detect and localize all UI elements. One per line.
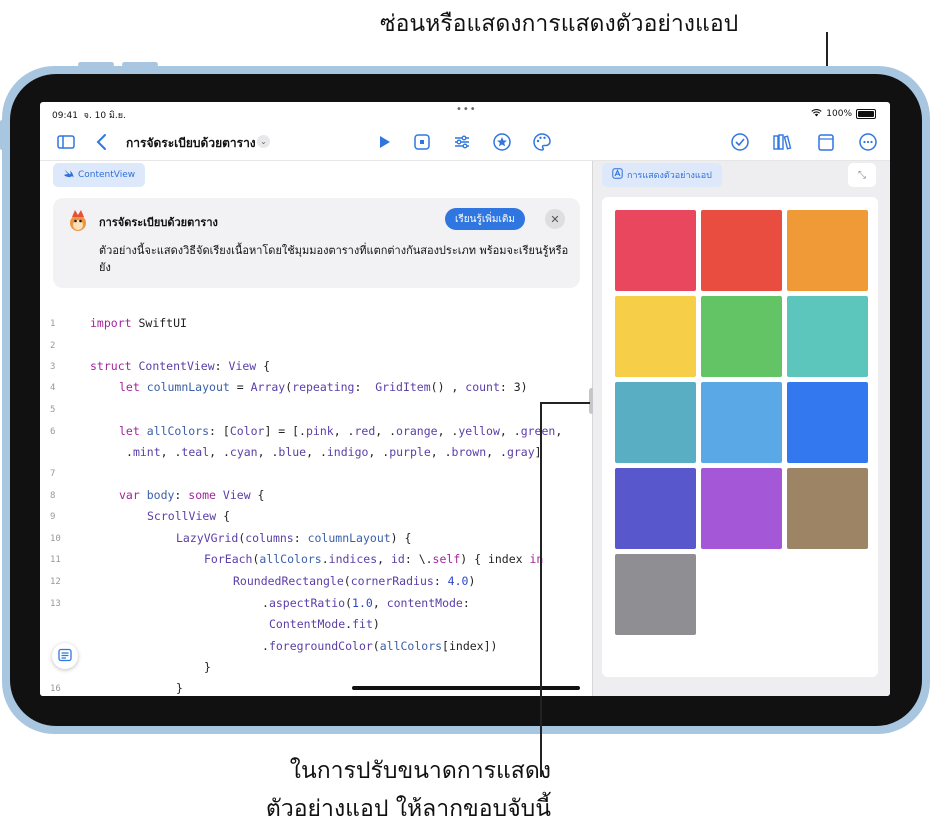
- line-number: 10: [50, 534, 61, 544]
- battery-percent: 100%: [826, 109, 852, 119]
- callout-resize-line1: ในการปรับขนาดการแสดง: [289, 758, 551, 784]
- library-icon[interactable]: [772, 132, 792, 152]
- document-title[interactable]: การจัดระเบียบด้วยตาราง: [126, 134, 256, 153]
- code-line: LazyVGrid(columns: columnLayout) {: [176, 531, 412, 545]
- multitasking-dots[interactable]: •••: [456, 104, 477, 115]
- title-menu-chevron-icon[interactable]: ⌄: [257, 135, 270, 148]
- file-tab-label: ContentView: [78, 170, 136, 180]
- color-swatch-purple: [701, 468, 782, 549]
- app-preview-tab-label: การแสดงตัวอย่างแอป: [627, 171, 712, 181]
- ipad-side-button: [0, 120, 4, 150]
- callout-resize-line2: ตัวอย่างแอป ให้ลากขอบจับนี้: [265, 796, 551, 822]
- document-outline-button[interactable]: [52, 643, 78, 669]
- code-line: ContentMode.fit): [269, 617, 380, 631]
- color-swatch-blue: [787, 382, 868, 463]
- code-line: .foregroundColor(allColors[index]): [262, 639, 498, 653]
- doc-outline-icon: [58, 647, 72, 666]
- code-line: var body: some View {: [119, 488, 265, 502]
- star-badge-icon[interactable]: [492, 132, 512, 152]
- file-tab-contentview[interactable]: ContentView: [53, 163, 146, 187]
- callout-resize-handle: ในการปรับขนาดการแสดง ตัวอย่างแอป ให้ลากข…: [266, 752, 551, 828]
- color-swatch-indigo: [615, 468, 696, 549]
- line-number: 1: [50, 319, 56, 329]
- app-screen: 09:41 จ. 10 มิ.ย. ••• 100% การจัดระเบียบ…: [40, 102, 890, 696]
- code-line: let allColors: [Color] = [.pink, .red, .…: [119, 424, 563, 438]
- home-indicator[interactable]: [352, 686, 580, 690]
- app-preview-toggle-icon[interactable]: [816, 132, 836, 152]
- status-right: 100%: [811, 108, 876, 120]
- app-preview-pane: การแสดงตัวอย่างแอป ⤡: [593, 161, 890, 696]
- status-time: 09:41 จ. 10 มิ.ย.: [52, 111, 126, 121]
- color-swatch-red: [701, 210, 782, 291]
- back-chevron-icon[interactable]: [92, 132, 112, 152]
- info-card-title: การจัดระเบียบด้วยตาราง: [99, 216, 218, 229]
- code-line: ScrollView {: [147, 509, 231, 523]
- line-number: 3: [50, 362, 56, 372]
- code-line: .mint, .teal, .cyan, .blue, .indigo, .pu…: [126, 445, 542, 459]
- toolbar: การจัดระเบียบด้วยตาราง ⌄: [40, 124, 890, 161]
- code-line: let columnLayout = Array(repeating: Grid…: [119, 380, 528, 394]
- sidebar-toggle-icon[interactable]: [56, 132, 76, 152]
- callout-leader-bottom-vertical: [540, 402, 542, 777]
- line-number: 5: [50, 405, 56, 415]
- color-swatch-brown: [787, 468, 868, 549]
- line-number: 2: [50, 341, 56, 351]
- color-swatch-gray: [615, 554, 696, 635]
- learn-more-button[interactable]: เรียนรู้เพิ่มเติม: [445, 208, 525, 230]
- code-editor-pane: ContentView การจัดระเบียบด้วยตาราง เรียน…: [40, 161, 592, 696]
- line-number: 9: [50, 512, 56, 522]
- battery-icon: [856, 109, 876, 119]
- line-number: 7: [50, 469, 56, 479]
- expand-preview-icon[interactable]: ⤡: [848, 163, 876, 187]
- ipad-volume-button-2: [122, 62, 158, 67]
- color-swatch-cyan: [701, 382, 782, 463]
- line-number: 11: [50, 555, 61, 565]
- code-line: }: [176, 681, 183, 695]
- line-number: 4: [50, 383, 56, 393]
- swift-icon: [63, 168, 74, 182]
- color-swatch-green: [701, 296, 782, 377]
- checkmark-circle-icon[interactable]: [730, 132, 750, 152]
- callout-toggle-preview: ซ่อนหรือแสดงการแสดงตัวอย่างแอป: [380, 11, 739, 37]
- tutorial-info-card: การจัดระเบียบด้วยตาราง เรียนรู้เพิ่มเติม…: [53, 198, 580, 288]
- wifi-icon: [811, 108, 822, 120]
- settings-sliders-icon[interactable]: [452, 132, 472, 152]
- app-preview-tab[interactable]: การแสดงตัวอย่างแอป: [602, 163, 722, 187]
- color-swatch-orange: [787, 210, 868, 291]
- line-number: 16: [50, 684, 61, 694]
- line-number: 6: [50, 427, 56, 437]
- line-number: 12: [50, 577, 61, 587]
- close-card-icon[interactable]: ✕: [545, 209, 565, 229]
- info-card-body: ตัวอย่างนี้จะแสดงวิธีจัดเรียงเนื้อหาโดยใ…: [99, 244, 569, 274]
- code-line: struct ContentView: View {: [90, 359, 271, 373]
- status-bar: 09:41 จ. 10 มิ.ย. ••• 100%: [40, 102, 890, 124]
- code-line: ForEach(allColors.indices, id: \.self) {…: [204, 552, 544, 566]
- callout-leader-bottom-horizontal: [540, 402, 590, 404]
- palette-icon[interactable]: [532, 132, 552, 152]
- color-swatch-teal: [615, 382, 696, 463]
- stop-icon[interactable]: [412, 132, 432, 152]
- code-line: import SwiftUI: [90, 316, 187, 330]
- code-line: }: [204, 660, 211, 674]
- color-swatch-mint: [787, 296, 868, 377]
- run-play-icon[interactable]: [374, 132, 394, 152]
- app-icon: [612, 168, 623, 182]
- ipad-volume-button: [78, 62, 114, 67]
- preview-canvas: [602, 197, 878, 677]
- code-line: .aspectRatio(1.0, contentMode:: [262, 596, 470, 610]
- code-line: RoundedRectangle(cornerRadius: 4.0): [233, 574, 476, 588]
- guide-character-icon: [67, 208, 89, 232]
- color-swatch-yellow: [615, 296, 696, 377]
- line-number: 8: [50, 491, 56, 501]
- line-number: 13: [50, 599, 61, 609]
- more-ellipsis-icon[interactable]: [858, 132, 878, 152]
- color-swatch-pink: [615, 210, 696, 291]
